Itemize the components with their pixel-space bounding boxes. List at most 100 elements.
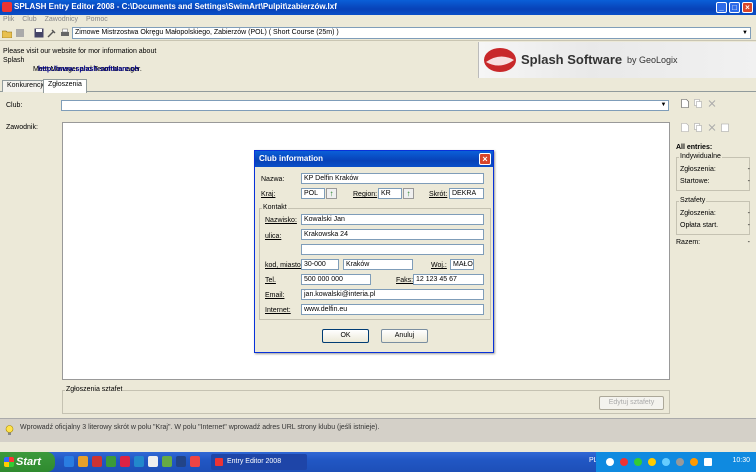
print-icon[interactable] bbox=[60, 28, 70, 38]
quicklaunch-app-icon[interactable] bbox=[92, 456, 102, 467]
surname-label: Nazwisko: bbox=[265, 217, 297, 224]
volume-icon[interactable] bbox=[704, 458, 712, 466]
taskbar-entry-editor[interactable]: Entry Editor 2008 bbox=[211, 454, 307, 470]
individual-entries-label: Zgłoszenia: bbox=[680, 166, 716, 173]
start-button[interactable]: Start bbox=[0, 452, 55, 472]
delete-club-icon[interactable] bbox=[708, 99, 716, 108]
postal-field[interactable]: 30-000 bbox=[301, 259, 339, 270]
club-label: Club: bbox=[6, 102, 23, 109]
start-label: Start bbox=[16, 456, 42, 468]
title-bar: SPLASH Entry Editor 2008 - C:\Documents … bbox=[0, 0, 756, 15]
stop-icon[interactable] bbox=[15, 28, 25, 38]
tab-entries[interactable]: Zgłoszenia bbox=[43, 79, 87, 93]
save-icon[interactable] bbox=[34, 28, 44, 38]
email-label: Email: bbox=[265, 292, 285, 299]
quicklaunch-word-icon[interactable] bbox=[176, 456, 186, 467]
web-field[interactable]: www.delfin.eu bbox=[301, 304, 484, 315]
delete-swimmer-icon[interactable] bbox=[708, 123, 716, 132]
region-field[interactable]: KR bbox=[378, 188, 402, 199]
new-swimmer-icon[interactable] bbox=[681, 123, 689, 132]
short-field[interactable]: DEKRA bbox=[449, 188, 484, 199]
quicklaunch-splash-icon[interactable] bbox=[120, 456, 130, 467]
close-button[interactable]: × bbox=[742, 2, 753, 13]
dialog-close-button[interactable]: × bbox=[479, 153, 491, 165]
quicklaunch-media-icon[interactable] bbox=[106, 456, 116, 467]
email-field[interactable]: jan.kowalski@interia.pl bbox=[301, 289, 484, 300]
short-label: Skrót: bbox=[429, 191, 448, 198]
menu-bar: Plik Club Zawodnicy Pomoc bbox=[0, 15, 756, 26]
relays-groupbox: Zgłoszenia sztafet bbox=[62, 386, 670, 414]
meet-select[interactable]: Zimowe Mistrzostwa Okręgu Małopolskiego,… bbox=[72, 27, 751, 39]
ok-button[interactable]: OK bbox=[322, 329, 369, 343]
individual-groupbox: Indywidualne Zgłoszenia: - Startowe: - bbox=[676, 153, 750, 191]
quicklaunch-folder-icon[interactable] bbox=[78, 456, 88, 467]
relay-fees-value: - bbox=[747, 222, 750, 229]
country-lookup-button[interactable]: ↑ bbox=[326, 188, 337, 199]
meet-select-value: Zimowe Mistrzostwa Okręgu Małopolskiego,… bbox=[75, 29, 339, 36]
banner-brand: Splash Software bbox=[521, 52, 623, 67]
relay-fees-label: Opłata start. bbox=[680, 222, 719, 229]
tray-icon-5[interactable] bbox=[662, 458, 670, 466]
quicklaunch-mail-icon[interactable] bbox=[134, 456, 144, 467]
edit-relays-button[interactable]: Edytuj sztafety bbox=[599, 396, 664, 410]
name-field[interactable]: KP Delfin Kraków bbox=[301, 173, 484, 184]
minimize-button[interactable]: _ bbox=[716, 2, 727, 13]
chevron-down-icon[interactable]: ▼ bbox=[740, 28, 750, 38]
fax-label: Faks: bbox=[396, 277, 414, 284]
phone-label: Tel. bbox=[265, 277, 276, 284]
quicklaunch-doc-icon[interactable] bbox=[148, 456, 158, 467]
clock: 10:30 bbox=[732, 457, 750, 464]
fax-field[interactable]: 12 123 45 67 bbox=[413, 274, 484, 285]
entry-editor-icon bbox=[215, 458, 223, 466]
app-icon bbox=[2, 2, 12, 12]
menu-swimmers[interactable]: Zawodnicy bbox=[42, 15, 81, 24]
chevron-down-icon[interactable]: ▼ bbox=[659, 101, 668, 110]
quicklaunch-ie-icon[interactable] bbox=[64, 456, 74, 467]
splash-logo-icon bbox=[484, 48, 516, 72]
country-field[interactable]: POL bbox=[301, 188, 325, 199]
copy-swimmer-icon[interactable] bbox=[694, 123, 702, 132]
phone-field[interactable]: 500 000 000 bbox=[301, 274, 371, 285]
street-label: ulica: bbox=[265, 233, 282, 240]
relay-entries-row: Zgłoszenia: - bbox=[680, 210, 750, 217]
voivodeship-field[interactable]: MAŁO bbox=[450, 259, 474, 270]
web-label: Internet: bbox=[265, 307, 291, 314]
tray-icon-7[interactable] bbox=[690, 458, 698, 466]
individual-entries-row: Zgłoszenia: - bbox=[680, 166, 750, 173]
copy-club-icon[interactable] bbox=[694, 99, 702, 108]
quicklaunch-pdf-icon[interactable] bbox=[190, 456, 200, 467]
status-bar: Wprowadź oficjalny 3 literowy skrót w po… bbox=[0, 418, 756, 442]
tray-icon-3[interactable] bbox=[634, 458, 642, 466]
contact-group-title: Kontakt bbox=[262, 204, 288, 211]
menu-club[interactable]: Club bbox=[19, 15, 39, 24]
clipboard-icon[interactable] bbox=[721, 123, 729, 132]
new-club-icon[interactable] bbox=[681, 99, 689, 108]
system-tray: 10:30 bbox=[596, 452, 756, 472]
tray-icon-2[interactable] bbox=[620, 458, 628, 466]
tray-icon-4[interactable] bbox=[648, 458, 656, 466]
website-link[interactable]: http://www.splash-software.ch bbox=[38, 66, 139, 73]
taskbar-entry-editor-label: Entry Editor 2008 bbox=[227, 458, 282, 465]
street-field[interactable]: Krakowska 24 bbox=[301, 229, 484, 240]
street2-field[interactable] bbox=[301, 244, 484, 255]
maximize-button[interactable]: □ bbox=[729, 2, 740, 13]
windows-flag-icon bbox=[4, 457, 14, 467]
country-label: Kraj: bbox=[261, 191, 276, 198]
surname-field[interactable]: Kowalski Jan bbox=[301, 214, 484, 225]
tray-icon-6[interactable] bbox=[676, 458, 684, 466]
open-folder-icon[interactable] bbox=[2, 28, 12, 38]
name-label: Nazwa: bbox=[261, 176, 285, 183]
individual-fees-row: Startowe: - bbox=[680, 178, 750, 185]
region-lookup-button[interactable]: ↑ bbox=[403, 188, 414, 199]
relays-group-title: Zgłoszenia sztafet bbox=[65, 386, 124, 393]
menu-help[interactable]: Pomoc bbox=[83, 15, 111, 24]
tools-icon[interactable] bbox=[47, 28, 57, 38]
quicklaunch-tool-icon[interactable] bbox=[162, 456, 172, 467]
tray-icon-1[interactable] bbox=[606, 458, 614, 466]
club-select[interactable]: ▼ bbox=[61, 100, 669, 111]
cancel-button[interactable]: Anuluj bbox=[381, 329, 428, 343]
region-label: Region: bbox=[353, 191, 378, 198]
menu-file[interactable]: Plik bbox=[0, 15, 17, 24]
city-field[interactable]: Kraków bbox=[343, 259, 413, 270]
total-value: - bbox=[747, 239, 750, 246]
